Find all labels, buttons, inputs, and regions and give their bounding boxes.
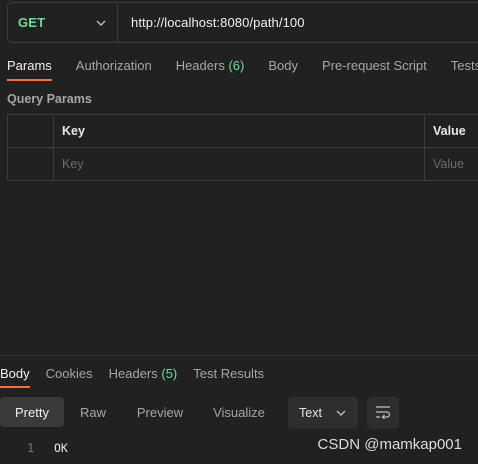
- format-select[interactable]: Text: [288, 397, 358, 429]
- query-params-title: Query Params: [7, 92, 92, 106]
- response-text: OK: [54, 441, 68, 455]
- tab-headers[interactable]: Headers (6): [176, 52, 245, 82]
- tab-body-label: Body: [268, 58, 298, 73]
- request-tabs: Params Authorization Headers (6) Body Pr…: [7, 52, 478, 84]
- wrap-lines-button[interactable]: [367, 397, 399, 429]
- key-input[interactable]: Key: [54, 148, 425, 180]
- value-column-header: Value: [433, 124, 466, 138]
- method-select[interactable]: GET: [8, 3, 118, 42]
- table-row: Key Value: [8, 148, 478, 181]
- response-tabs: Body Cookies Headers (5) Test Results: [0, 360, 280, 390]
- tab-authorization-label: Authorization: [75, 58, 152, 73]
- headers-count-badge: (6): [228, 58, 245, 73]
- response-tab-test-results[interactable]: Test Results: [193, 360, 264, 388]
- key-placeholder: Key: [62, 157, 84, 171]
- view-mode-visualize[interactable]: Visualize: [198, 397, 280, 427]
- response-tab-headers-label: Headers: [108, 366, 162, 381]
- view-mode-preview[interactable]: Preview: [122, 397, 198, 427]
- watermark: CSDN @mamkap001: [317, 436, 462, 453]
- key-column-header: Key: [54, 115, 425, 147]
- request-url-bar: GET http://localhost:8080/path/100: [7, 2, 478, 43]
- response-tab-body[interactable]: Body: [0, 360, 30, 388]
- chevron-down-icon: [95, 17, 107, 29]
- value-placeholder: Value: [433, 157, 465, 171]
- row-checkbox-cell: [8, 148, 54, 180]
- response-tab-test-results-label: Test Results: [193, 366, 265, 381]
- response-tab-headers[interactable]: Headers (5): [109, 360, 178, 388]
- query-params-table: Key Value Key Value: [7, 114, 478, 181]
- view-mode-raw[interactable]: Raw: [64, 397, 122, 427]
- response-headers-count-badge: (5): [161, 366, 178, 381]
- tab-pre-request-script[interactable]: Pre-request Script: [322, 52, 427, 82]
- tab-tests[interactable]: Tests: [451, 52, 478, 82]
- pane-divider[interactable]: [0, 355, 478, 356]
- response-tab-body-label: Body: [0, 366, 30, 381]
- response-tab-cookies-label: Cookies: [45, 366, 93, 381]
- view-mode-selector: Pretty Raw Preview Visualize: [0, 397, 280, 427]
- tab-authorization[interactable]: Authorization: [76, 52, 152, 82]
- tab-body[interactable]: Body: [268, 52, 298, 82]
- response-code-line: 1 OK: [0, 438, 68, 458]
- value-input[interactable]: Value: [425, 148, 478, 180]
- tab-pre-request-script-label: Pre-request Script: [321, 58, 427, 73]
- response-tab-cookies[interactable]: Cookies: [46, 360, 93, 388]
- chevron-down-icon: [336, 408, 346, 418]
- wrap-lines-icon: [375, 405, 391, 422]
- checkbox-column-header: [8, 115, 54, 147]
- tab-params[interactable]: Params: [7, 52, 52, 82]
- url-input[interactable]: http://localhost:8080/path/100: [118, 15, 305, 30]
- view-mode-pretty[interactable]: Pretty: [0, 397, 64, 427]
- format-label: Text: [299, 406, 322, 420]
- method-label: GET: [18, 15, 46, 30]
- line-number: 1: [27, 441, 34, 455]
- tab-headers-label: Headers: [175, 58, 229, 73]
- table-header-row: Key Value: [8, 115, 478, 148]
- tab-params-label: Params: [7, 58, 52, 73]
- tab-tests-label: Tests: [450, 58, 478, 73]
